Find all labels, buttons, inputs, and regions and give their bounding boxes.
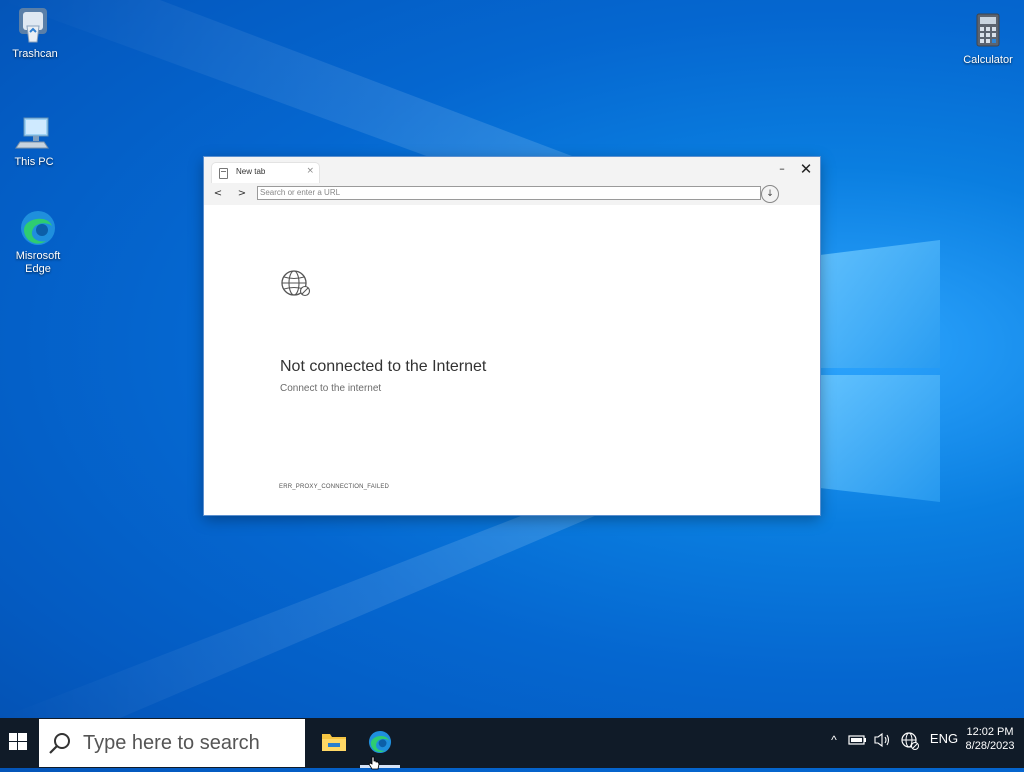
edge-icon — [368, 730, 392, 754]
folder-icon — [322, 734, 346, 751]
desktop-icon-label: Trashcan — [12, 48, 58, 60]
desktop-icon-edge[interactable]: Misrosoft Edge — [2, 208, 74, 276]
title-bar[interactable]: New tab × – ✕ — [204, 157, 820, 183]
tray-chevron-button[interactable]: ^ — [826, 718, 842, 768]
desktop-icon-label: This PC — [14, 156, 54, 168]
clock-date: 8/28/2023 — [965, 740, 1015, 752]
network-globe-icon[interactable] — [898, 718, 922, 768]
search-icon — [49, 733, 70, 754]
recycle-bin-icon — [15, 6, 55, 46]
desktop-icon-trashcan[interactable]: Trashcan — [0, 6, 71, 61]
page-icon — [219, 168, 228, 179]
calculator-icon — [968, 12, 1008, 52]
back-button[interactable]: < — [210, 186, 226, 202]
close-button[interactable]: ✕ — [796, 160, 816, 178]
desktop-icon-label: Calculator — [963, 54, 1013, 66]
taskbar-app-edge[interactable] — [357, 718, 403, 768]
error-subtitle: Connect to the internet — [280, 383, 382, 394]
battery-icon[interactable] — [846, 718, 870, 768]
navigation-bar: < > Search or enter a URL ↓ — [204, 183, 820, 205]
page-content: Not connected to the Internet Connect to… — [204, 205, 820, 515]
desktop-icon-label: Misrosoft Edge — [15, 250, 61, 275]
minimize-button[interactable]: – — [772, 160, 792, 178]
search-placeholder: Type here to search — [83, 732, 260, 754]
download-button[interactable]: ↓ — [761, 185, 779, 203]
globe-offline-icon — [281, 270, 311, 297]
error-code: ERR_PROXY_CONNECTION_FAILED — [279, 484, 390, 490]
computer-icon — [14, 114, 54, 154]
windows-logo-icon — [9, 733, 27, 750]
forward-button[interactable]: > — [234, 186, 250, 202]
language-indicator[interactable]: ENG — [926, 718, 962, 768]
clock-time: 12:02 PM — [966, 726, 1014, 738]
taskbar-clock[interactable]: 12:02 PM 8/28/2023 — [962, 725, 1018, 753]
edge-icon — [18, 208, 58, 248]
browser-window: New tab × – ✕ < > Search or enter a URL … — [204, 157, 820, 515]
error-title: Not connected to the Internet — [280, 358, 487, 375]
address-bar[interactable]: Search or enter a URL — [257, 186, 761, 200]
tab-new-tab[interactable]: New tab × — [212, 163, 319, 183]
taskbar-app-file-explorer[interactable] — [311, 718, 357, 768]
taskbar: Type here to search ^ ENG 12:02 PM 8/28/… — [0, 718, 1024, 768]
start-button[interactable] — [0, 718, 38, 768]
tab-label: New tab — [236, 167, 266, 176]
volume-icon[interactable] — [872, 718, 894, 768]
taskbar-search-box[interactable]: Type here to search — [39, 719, 305, 767]
desktop-icon-calculator[interactable]: Calculator — [952, 12, 1024, 67]
desktop-icon-this-pc[interactable]: This PC — [0, 114, 70, 169]
tab-close-button[interactable]: × — [306, 166, 314, 176]
